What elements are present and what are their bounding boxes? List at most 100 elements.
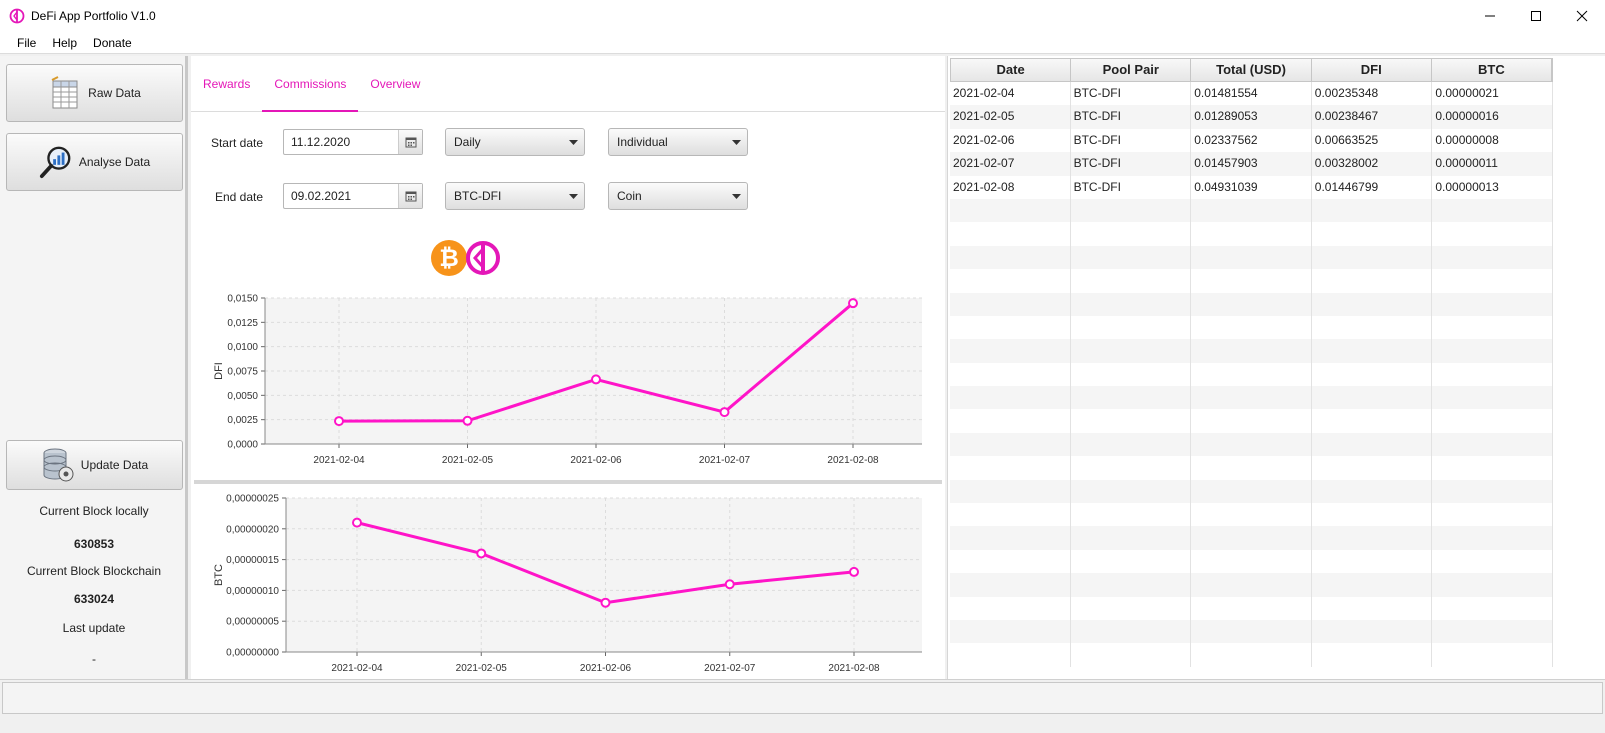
tab-rewards[interactable]: Rewards <box>191 56 262 112</box>
tab-overview[interactable]: Overview <box>358 56 432 112</box>
cell-btc <box>1432 409 1553 433</box>
update-data-label: Update Data <box>80 458 149 472</box>
update-data-button[interactable]: Update Data <box>6 440 183 490</box>
menu-help[interactable]: Help <box>44 36 85 50</box>
menu-donate[interactable]: Donate <box>85 36 140 50</box>
start-date-picker[interactable]: 11.12.2020 <box>283 129 423 155</box>
end-date-value[interactable]: 09.02.2021 <box>284 184 398 208</box>
close-button[interactable] <box>1559 0 1605 32</box>
unit-select[interactable]: Coin <box>608 182 748 210</box>
cell-pool-pair <box>1071 409 1192 433</box>
column-header-btc[interactable]: BTC <box>1432 59 1553 81</box>
last-update-value: - <box>92 652 96 666</box>
column-header-total-usd[interactable]: Total (USD) <box>1191 59 1312 81</box>
cell-pool-pair <box>1071 503 1192 527</box>
empty-table-row[interactable] <box>950 245 1553 270</box>
cell-dfi <box>1312 619 1433 644</box>
empty-table-row[interactable] <box>950 362 1553 387</box>
empty-table-row[interactable] <box>950 456 1553 480</box>
empty-table-row[interactable] <box>950 315 1553 340</box>
table-row[interactable]: 2021-02-08 BTC-DFI 0.04931039 0.01446799 0.0… <box>950 175 1553 199</box>
cell-dfi <box>1312 339 1433 363</box>
empty-table-row[interactable] <box>950 479 1553 504</box>
pool-pair-logos: ₿ <box>430 239 502 277</box>
interval-select[interactable]: Daily <box>445 128 585 156</box>
cell-date <box>950 339 1071 363</box>
cell-btc <box>1432 619 1553 644</box>
analyse-data-button[interactable]: Analyse Data <box>6 133 183 191</box>
calendar-icon[interactable] <box>398 130 422 154</box>
table-row[interactable]: 2021-02-07 BTC-DFI 0.01457903 0.00328002 0.0… <box>950 152 1553 176</box>
cell-dfi <box>1312 503 1433 527</box>
empty-table-row[interactable] <box>950 643 1553 667</box>
empty-table-row[interactable] <box>950 222 1553 246</box>
empty-table-row[interactable] <box>950 573 1553 597</box>
cell-dfi <box>1312 549 1433 574</box>
empty-table-row[interactable] <box>950 432 1553 457</box>
empty-table-row[interactable] <box>950 549 1553 574</box>
minimize-button[interactable] <box>1467 0 1513 32</box>
dfi-x-tick-label: 2021-02-06 <box>570 455 622 466</box>
raw-data-button[interactable]: Raw Data <box>6 64 183 122</box>
dfi-data-point <box>334 416 344 427</box>
cell-btc <box>1432 222 1553 246</box>
column-header-pool-pair[interactable]: Pool Pair <box>1071 59 1192 81</box>
commissions-table-panel: Date Pool Pair Total (USD) DFI BTC 2021-… <box>947 56 1605 697</box>
cell-date: 2021-02-07 <box>950 152 1071 176</box>
chart-divider[interactable] <box>194 480 942 484</box>
cell-dfi <box>1312 198 1433 223</box>
cell-total-usd <box>1191 526 1312 550</box>
empty-table-row[interactable] <box>950 619 1553 644</box>
cell-total-usd <box>1191 339 1312 363</box>
empty-table-row[interactable] <box>950 526 1553 550</box>
empty-table-row[interactable] <box>950 198 1553 223</box>
menu-file[interactable]: File <box>9 36 44 50</box>
analyse-data-label: Analyse Data <box>78 155 151 169</box>
cell-dfi <box>1312 245 1433 270</box>
empty-table-row[interactable] <box>950 596 1553 620</box>
table-body: 2021-02-04 BTC-DFI 0.01481554 0.00235348 0.0… <box>950 82 1553 667</box>
cell-dfi: 0.01446799 <box>1312 175 1433 199</box>
table-row[interactable]: 2021-02-05 BTC-DFI 0.01289053 0.00238467 0.0… <box>950 105 1553 129</box>
empty-table-row[interactable] <box>950 292 1553 316</box>
cell-dfi <box>1312 573 1433 597</box>
empty-table-row[interactable] <box>950 503 1553 527</box>
current-block-chain-value: 633024 <box>73 592 115 606</box>
calendar-icon[interactable] <box>398 184 422 208</box>
column-header-date[interactable]: Date <box>951 59 1072 81</box>
cell-dfi <box>1312 456 1433 480</box>
cell-total-usd <box>1191 315 1312 340</box>
btc-data-point <box>724 579 735 590</box>
cell-total-usd <box>1191 292 1312 316</box>
cell-dfi <box>1312 596 1433 620</box>
empty-table-row[interactable] <box>950 386 1553 410</box>
cell-pool-pair <box>1071 643 1192 667</box>
cell-total-usd <box>1191 432 1312 457</box>
cell-pool-pair <box>1071 386 1192 410</box>
status-area <box>2 682 1603 714</box>
cell-btc <box>1432 503 1553 527</box>
maximize-button[interactable] <box>1513 0 1559 32</box>
btc-chart: 0,00000000 0,00000005 0,00000010 0,00000015… <box>213 494 922 674</box>
table-row[interactable]: 2021-02-04 BTC-DFI 0.01481554 0.00235348 0.0… <box>950 82 1553 106</box>
empty-table-row[interactable] <box>950 269 1553 293</box>
start-date-value[interactable]: 11.12.2020 <box>284 130 398 154</box>
cell-btc <box>1432 549 1553 574</box>
mode-select[interactable]: Individual <box>608 128 748 156</box>
empty-table-row[interactable] <box>950 339 1553 363</box>
pool-pair-select[interactable]: BTC-DFI <box>445 182 585 210</box>
cell-pool-pair <box>1071 245 1192 270</box>
cell-date <box>950 386 1071 410</box>
empty-table-row[interactable] <box>950 409 1553 433</box>
cell-date <box>950 245 1071 270</box>
table-row[interactable]: 2021-02-06 BTC-DFI 0.02337562 0.00663525 0.0… <box>950 128 1553 153</box>
cell-total-usd <box>1191 245 1312 270</box>
tab-commissions[interactable]: Commissions <box>262 56 359 112</box>
column-header-dfi[interactable]: DFI <box>1312 59 1432 81</box>
title-bar: DeFi App Portfolio V1.0 <box>0 0 1605 32</box>
dfi-x-tick-label: 2021-02-05 <box>442 455 494 466</box>
cell-dfi <box>1312 386 1433 410</box>
btc-data-point <box>849 566 859 577</box>
end-date-picker[interactable]: 09.02.2021 <box>283 183 423 209</box>
cell-pool-pair <box>1071 198 1192 223</box>
